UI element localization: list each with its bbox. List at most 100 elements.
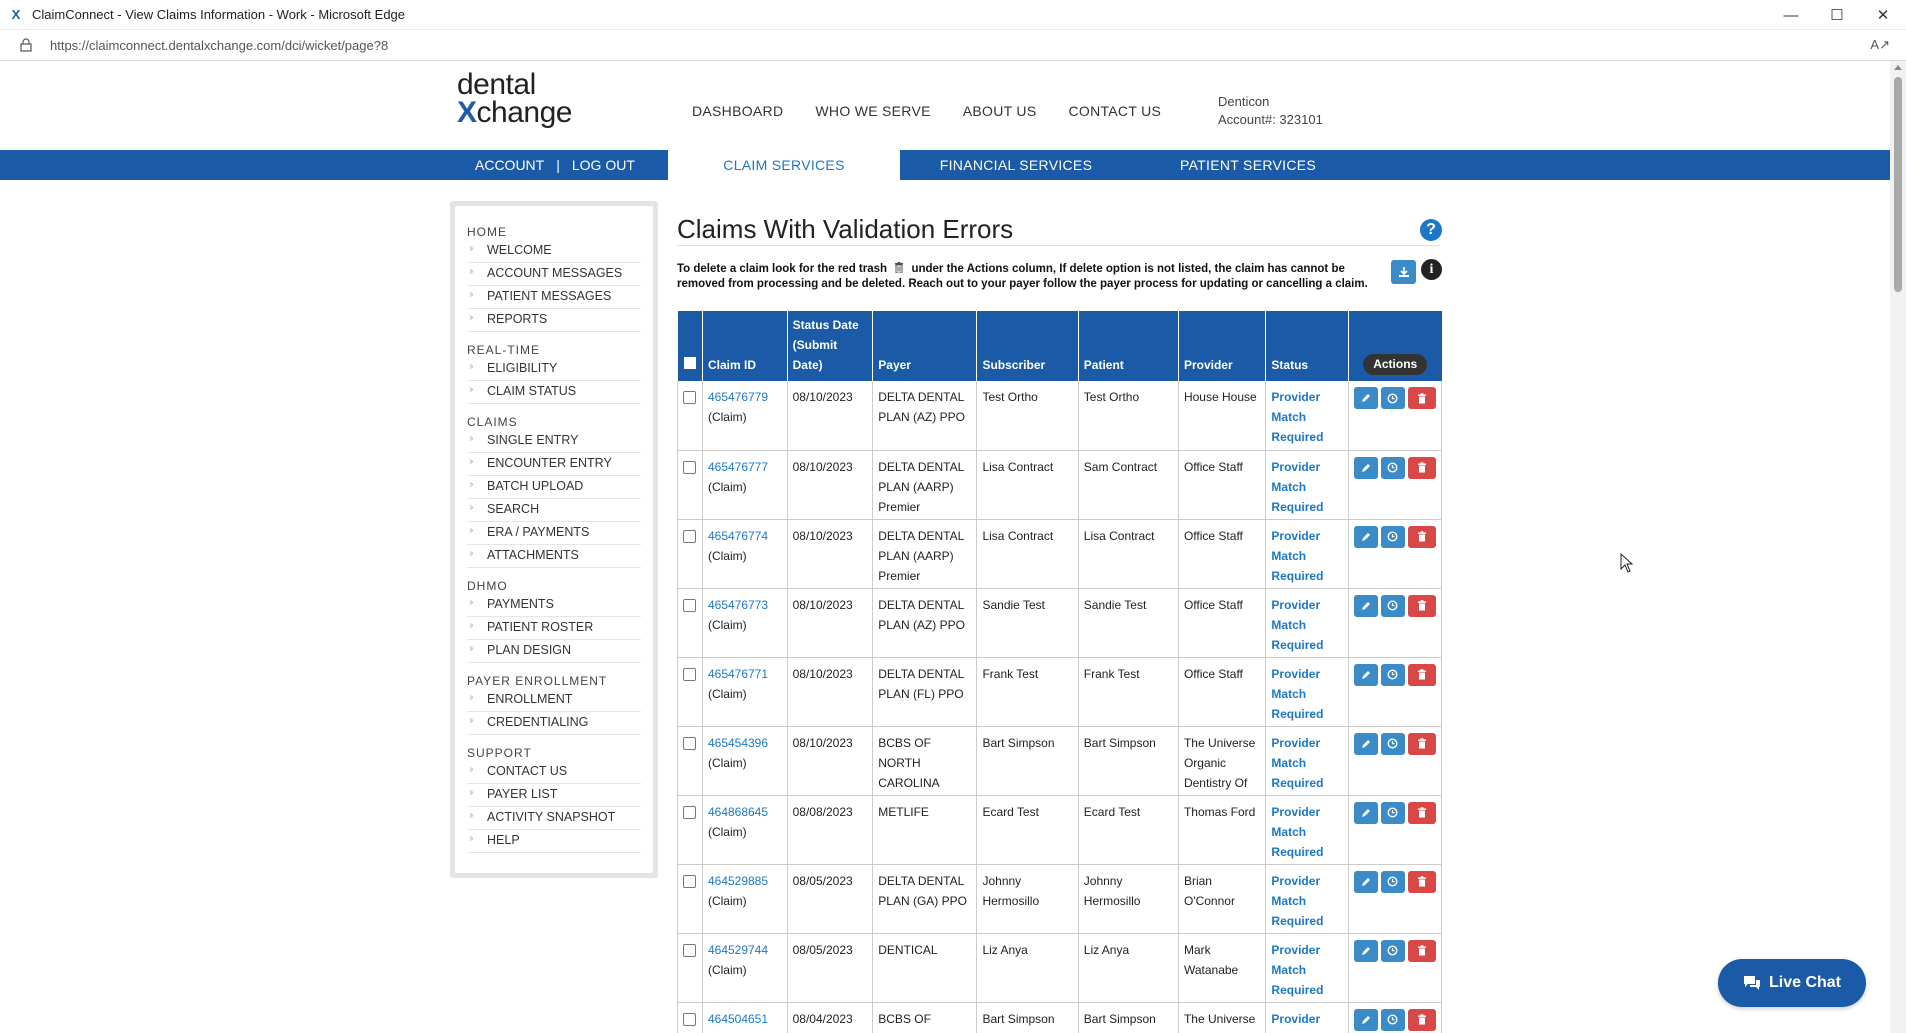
claim-id-link[interactable]: 465476779 bbox=[708, 387, 782, 407]
sidebar-item-patient-roster[interactable]: ›› PATIENT ROSTER bbox=[467, 617, 641, 640]
delete-button[interactable] bbox=[1407, 594, 1436, 617]
edit-button[interactable] bbox=[1353, 870, 1378, 893]
row-checkbox[interactable] bbox=[683, 391, 697, 404]
sidebar-item-enrollment[interactable]: ›› ENROLLMENT bbox=[467, 689, 641, 712]
scroll-up-icon[interactable] bbox=[1894, 65, 1902, 70]
maximize-icon[interactable]: ☐ bbox=[1814, 0, 1860, 30]
claim-id-link[interactable]: 464868645 bbox=[708, 802, 782, 822]
account-link[interactable]: ACCOUNT bbox=[475, 157, 544, 173]
sidebar-item-attachments[interactable]: ›› ATTACHMENTS bbox=[467, 545, 641, 568]
row-checkbox[interactable] bbox=[683, 460, 697, 474]
status-history-button[interactable] bbox=[1380, 939, 1405, 962]
col-payer[interactable]: Payer bbox=[872, 311, 978, 381]
tab-claim-services[interactable]: CLAIM SERVICES bbox=[668, 150, 900, 180]
help-icon[interactable]: ? bbox=[1420, 219, 1442, 241]
status-history-button[interactable] bbox=[1380, 663, 1405, 686]
download-button[interactable] bbox=[1391, 260, 1416, 284]
row-checkbox[interactable] bbox=[683, 598, 697, 612]
status-history-button[interactable] bbox=[1380, 456, 1405, 479]
status-history-button[interactable] bbox=[1380, 732, 1405, 755]
status-history-button[interactable] bbox=[1380, 870, 1405, 893]
dentalxchange-logo[interactable]: dental Xchange bbox=[457, 70, 597, 128]
row-checkbox[interactable] bbox=[683, 667, 697, 681]
lock-icon[interactable] bbox=[20, 38, 34, 52]
sidebar-item-account-messages[interactable]: ›› ACCOUNT MESSAGES bbox=[467, 263, 641, 286]
status-link[interactable]: Provider Match Required bbox=[1271, 736, 1323, 790]
row-checkbox[interactable] bbox=[683, 529, 697, 543]
col-status-date[interactable]: Status Date (Submit Date) bbox=[787, 311, 874, 381]
sidebar-item-payments[interactable]: ›› PAYMENTS bbox=[467, 594, 641, 617]
status-link[interactable]: Provider Match Required bbox=[1271, 390, 1323, 444]
claim-id-link[interactable]: 465476771 bbox=[708, 664, 782, 684]
status-link[interactable]: Provider Match Required bbox=[1271, 598, 1323, 652]
edit-button[interactable] bbox=[1353, 801, 1378, 824]
live-chat-button[interactable]: Live Chat bbox=[1718, 959, 1866, 1007]
claim-id-link[interactable]: 465476773 bbox=[708, 595, 782, 615]
col-claim-id[interactable]: Claim ID bbox=[702, 311, 788, 381]
sidebar-item-era-payments[interactable]: ›› ERA / PAYMENTS bbox=[467, 522, 641, 545]
scrollbar-thumb[interactable] bbox=[1894, 77, 1902, 292]
delete-button[interactable] bbox=[1407, 870, 1436, 893]
info-icon[interactable]: i bbox=[1421, 259, 1442, 280]
row-checkbox[interactable] bbox=[683, 736, 697, 750]
sidebar-item-encounter-entry[interactable]: ›› ENCOUNTER ENTRY bbox=[467, 453, 641, 476]
status-link[interactable]: Provider Match Required bbox=[1271, 667, 1323, 721]
url-field[interactable]: https://claimconnect.dentalxchange.com/d… bbox=[50, 38, 388, 53]
sidebar-item-single-entry[interactable]: ›› SINGLE ENTRY bbox=[467, 430, 641, 453]
sidebar-item-welcome[interactable]: ›› WELCOME bbox=[467, 240, 641, 263]
status-history-button[interactable] bbox=[1380, 387, 1405, 409]
delete-button[interactable] bbox=[1407, 456, 1436, 479]
status-link[interactable]: Provider Match Required bbox=[1271, 460, 1323, 514]
status-link[interactable]: Provider Match Required bbox=[1271, 529, 1323, 583]
delete-button[interactable] bbox=[1407, 1008, 1436, 1031]
sidebar-item-activity-snapshot[interactable]: ›› ACTIVITY SNAPSHOT bbox=[467, 807, 641, 830]
status-history-button[interactable] bbox=[1380, 525, 1405, 548]
status-link[interactable]: Provider Match Required bbox=[1271, 1012, 1323, 1033]
select-all-checkbox[interactable] bbox=[683, 357, 696, 369]
minimize-icon[interactable]: — bbox=[1768, 0, 1814, 30]
row-checkbox[interactable] bbox=[683, 1012, 697, 1026]
claim-id-link[interactable]: 465454396 bbox=[708, 733, 782, 753]
claim-id-link[interactable]: 465476774 bbox=[708, 526, 782, 546]
row-checkbox[interactable] bbox=[683, 805, 697, 819]
edit-button[interactable] bbox=[1353, 387, 1378, 409]
claim-id-link[interactable]: 464529885 bbox=[708, 871, 782, 891]
delete-button[interactable] bbox=[1407, 663, 1436, 686]
edit-button[interactable] bbox=[1353, 1008, 1378, 1031]
edit-button[interactable] bbox=[1353, 939, 1378, 962]
delete-button[interactable] bbox=[1407, 801, 1436, 824]
claim-id-link[interactable]: 464529744 bbox=[708, 940, 782, 960]
status-history-button[interactable] bbox=[1380, 1008, 1405, 1031]
col-status[interactable]: Status bbox=[1265, 311, 1349, 381]
claim-id-link[interactable]: 465476777 bbox=[708, 457, 782, 477]
edit-button[interactable] bbox=[1353, 594, 1378, 617]
nav-who-we-serve[interactable]: WHO WE SERVE bbox=[815, 103, 930, 119]
sidebar-item-payer-list[interactable]: ›› PAYER LIST bbox=[467, 784, 641, 807]
sidebar-item-patient-messages[interactable]: ›› PATIENT MESSAGES bbox=[467, 286, 641, 309]
close-icon[interactable]: ✕ bbox=[1860, 0, 1906, 30]
sidebar-item-search[interactable]: ›› SEARCH bbox=[467, 499, 641, 522]
claim-id-link[interactable]: 464504651 bbox=[708, 1009, 782, 1029]
sidebar-item-batch-upload[interactable]: ›› BATCH UPLOAD bbox=[467, 476, 641, 499]
tab-patient-services[interactable]: PATIENT SERVICES bbox=[1132, 150, 1364, 180]
status-history-button[interactable] bbox=[1380, 801, 1405, 824]
edit-button[interactable] bbox=[1353, 525, 1378, 548]
sidebar-item-claim-status[interactable]: ›› CLAIM STATUS bbox=[467, 381, 641, 404]
col-patient[interactable]: Patient bbox=[1078, 311, 1179, 381]
sidebar-item-contact-us[interactable]: ›› CONTACT US bbox=[467, 761, 641, 784]
sidebar-item-reports[interactable]: ›› REPORTS bbox=[467, 309, 641, 332]
edit-button[interactable] bbox=[1353, 456, 1378, 479]
sidebar-item-help[interactable]: ›› HELP bbox=[467, 830, 641, 853]
col-provider[interactable]: Provider bbox=[1178, 311, 1267, 381]
page-scrollbar[interactable] bbox=[1890, 61, 1906, 1033]
delete-button[interactable] bbox=[1407, 525, 1436, 548]
row-checkbox[interactable] bbox=[683, 874, 697, 888]
delete-button[interactable] bbox=[1407, 939, 1436, 962]
edit-button[interactable] bbox=[1353, 732, 1378, 755]
delete-button[interactable] bbox=[1407, 732, 1436, 755]
read-aloud-icon[interactable]: A↗ bbox=[1870, 37, 1890, 53]
status-link[interactable]: Provider Match Required bbox=[1271, 943, 1323, 997]
status-link[interactable]: Provider Match Required bbox=[1271, 805, 1323, 859]
status-link[interactable]: Provider Match Required bbox=[1271, 874, 1323, 928]
nav-dashboard[interactable]: DASHBOARD bbox=[692, 103, 783, 119]
